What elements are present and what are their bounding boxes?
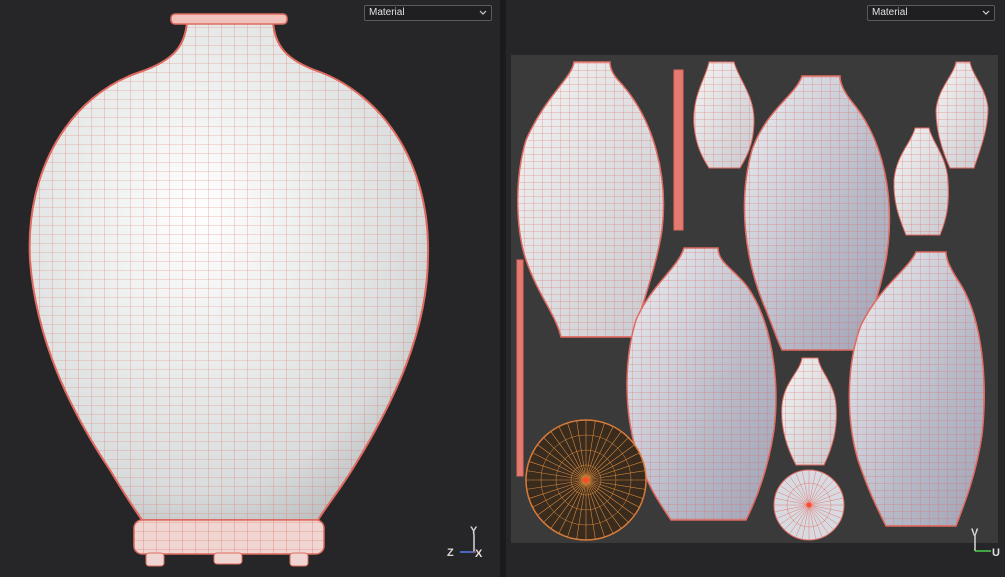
vase-lip [170,13,288,25]
uv-shading-mode-value: Material [872,7,908,18]
vase-3d-view[interactable]: Y Z X [0,0,500,577]
uv-disc-base [525,419,647,541]
uv-islands [516,61,989,541]
axis-v-label: V [971,527,979,539]
vase-body [28,21,430,521]
vase-base [133,519,325,567]
shading-mode-value: Material [369,7,405,18]
viewport-3d[interactable]: Y Z X Material [0,0,500,577]
axis-x-label: X [475,548,483,560]
shading-mode-dropdown[interactable]: Material [364,5,492,21]
axis-gizmo-3d[interactable]: Y Z X [447,525,483,560]
chevron-down-icon [479,10,487,15]
axis-z-label: Z [447,547,454,559]
uv-editor-view[interactable]: V U [506,0,1005,577]
axis-y-label: Y [470,525,478,537]
uv-disc-small [773,469,845,541]
uv-shading-mode-dropdown[interactable]: Material [867,5,995,21]
viewport-uv[interactable]: V U Material [506,0,1005,577]
chevron-down-icon [982,10,990,15]
axis-u-label: U [992,547,1000,559]
